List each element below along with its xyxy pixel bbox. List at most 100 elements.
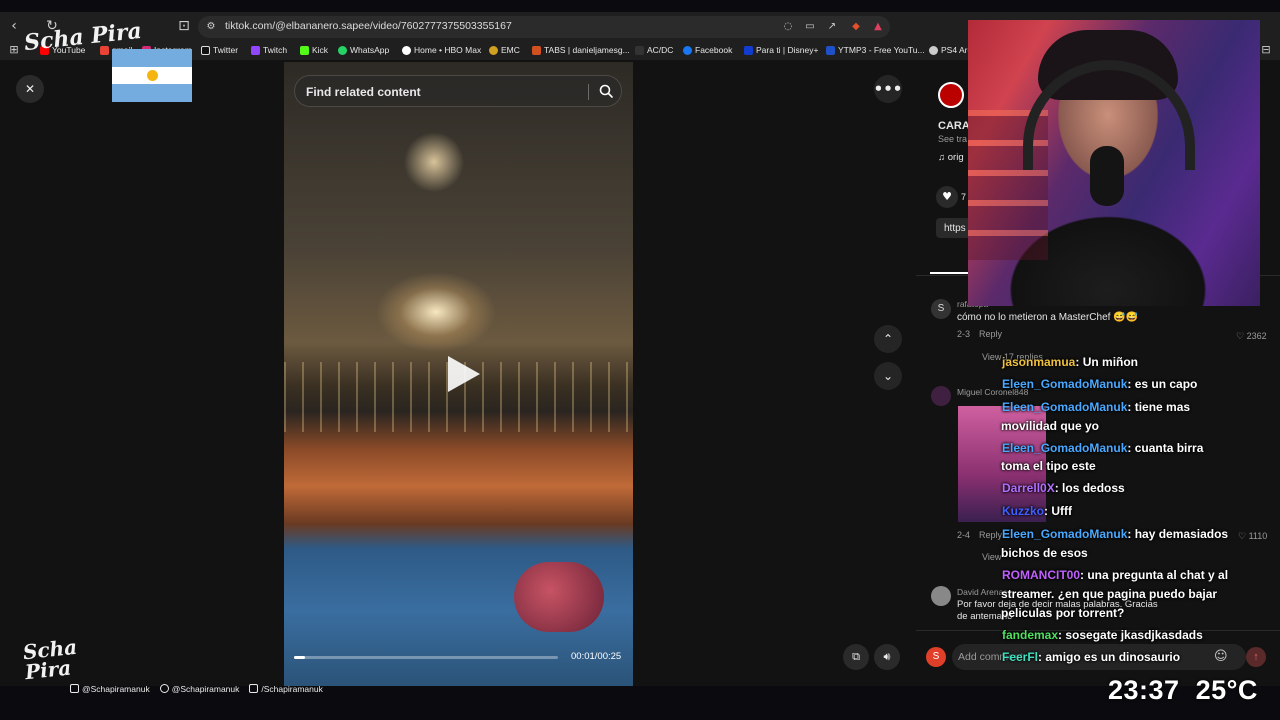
bookmark-twitter[interactable]: Twitter	[201, 44, 238, 56]
brave-shield-icon[interactable]: ◆	[850, 21, 862, 33]
twitter-icon	[159, 684, 169, 693]
see-translation[interactable]: See tra	[938, 134, 967, 144]
play-icon[interactable]	[444, 352, 484, 396]
bookmark-emc[interactable]: EMC	[489, 44, 520, 56]
chat-message: bichos de esos	[1001, 544, 1088, 562]
chat-message: Darrell0X: los dedoss	[1002, 479, 1125, 497]
emc-icon	[489, 45, 498, 55]
bookmark-hbomax[interactable]: Home • HBO Max	[402, 44, 481, 56]
chat-username[interactable]: jasonmamua	[1002, 355, 1075, 369]
search-icon[interactable]	[598, 83, 614, 99]
music-icon: ♫	[938, 152, 948, 163]
chat-username[interactable]: Darrell0X	[1002, 481, 1055, 495]
chevron-down-icon[interactable]: ⌄	[874, 362, 902, 390]
address-bar[interactable]: ⚙ tiktok.com/@elbananero.sapee/video/760…	[198, 16, 890, 38]
chat-text: : Un miñon	[1075, 355, 1139, 369]
bookmark-ps4[interactable]: PS4 Arc	[929, 44, 972, 56]
chat-message: peliculas por torrent?	[1001, 604, 1124, 622]
chat-username[interactable]: Kuzzko	[1002, 504, 1044, 518]
clock-weather: 23:37 25°C	[1108, 675, 1258, 706]
send-icon[interactable]: ↑	[1246, 647, 1266, 667]
bookmark-ytmp3[interactable]: YTMP3 - Free YouTu...	[826, 44, 925, 56]
whatsapp-icon	[338, 45, 347, 55]
comment-likes-count: 2362	[1246, 331, 1267, 341]
clock-time: 23:37	[1108, 675, 1180, 705]
chat-username[interactable]: Eleen_GomadoManuk	[1002, 400, 1127, 414]
find-related-search[interactable]: Find related content	[294, 75, 622, 107]
bookmark-facebook[interactable]: Facebook	[683, 44, 732, 56]
bookmark-disney[interactable]: Para ti | Disney+	[744, 44, 818, 56]
my-avatar[interactable]: S	[926, 647, 946, 667]
reply-button[interactable]: Reply	[979, 329, 1002, 339]
chat-username[interactable]: Eleen_GomadoManuk	[1002, 527, 1127, 541]
bookmark-label: YTMP3 - Free YouTu...	[838, 45, 925, 55]
search-divider	[588, 84, 589, 100]
chat-message: Eleen_GomadoManuk: es un capo	[1002, 375, 1197, 393]
facebook-icon	[683, 45, 692, 55]
chat-username[interactable]: fandemax	[1002, 628, 1058, 642]
chevron-up-icon[interactable]: ⌃	[874, 325, 902, 353]
chat-message: jasonmamua: Un miñon	[1002, 353, 1138, 371]
share-icon[interactable]: ↗	[826, 21, 838, 33]
comment-text: cómo no lo metieron a MasterChef 😅😅	[957, 312, 1139, 323]
hbomax-icon	[402, 45, 411, 55]
comment-date: 2-3	[957, 329, 971, 339]
bookmark-twitch[interactable]: Twitch	[251, 44, 287, 56]
bookmark-acdc[interactable]: AC/DC	[635, 44, 673, 56]
social-handle: /Schapiramanuk	[261, 684, 323, 694]
chat-username[interactable]: FeerFl	[1002, 650, 1038, 664]
chat-text: toma el tipo este	[1001, 459, 1096, 473]
chat-text: streamer. ¿en que pagina puedo bajar	[1001, 587, 1218, 601]
rewards-icon[interactable]: ▲	[872, 21, 884, 33]
bookmark-whatsapp[interactable]: WhatsApp	[338, 44, 389, 56]
creator-avatar[interactable]	[938, 82, 964, 108]
cast-icon[interactable]: ▭	[804, 21, 816, 33]
comment-date: 2-4	[957, 530, 971, 540]
volume-icon[interactable]: 🔊︎	[874, 644, 900, 670]
comment-avatar[interactable]	[931, 386, 951, 406]
bookmark-label: Twitter	[213, 45, 239, 55]
sound-link[interactable]: ♫ orig	[938, 152, 964, 163]
video-hand	[514, 562, 604, 632]
comment-likes[interactable]: ♡ 1110	[1238, 531, 1267, 542]
search-placeholder: Find related content	[306, 85, 421, 99]
floating-player-icon[interactable]: ⧉	[843, 644, 869, 670]
chat-username[interactable]: Eleen_GomadoManuk	[1002, 441, 1127, 455]
bookmark-kick[interactable]: Kick	[300, 44, 328, 56]
ytmp3-icon	[826, 45, 835, 55]
comment-avatar[interactable]: S	[931, 299, 951, 319]
chat-text: movilidad que yo	[1001, 419, 1100, 433]
bookmark-tabs[interactable]: TABS | danieljamesg...	[532, 44, 630, 56]
eye-off-icon[interactable]: ◌	[782, 21, 794, 33]
apps-grid-icon[interactable]: ⊞	[6, 42, 22, 58]
social-twitter: @Schapiramanuk	[159, 684, 239, 694]
social-youtube: /Schapiramanuk	[249, 684, 323, 694]
comment-avatar[interactable]	[931, 586, 951, 606]
stream-screen: ‹ ↻ ⊡ ⚙ tiktok.com/@elbananero.sapee/vid…	[0, 0, 1280, 720]
instagram-icon	[70, 684, 79, 693]
flag-stripe	[112, 84, 192, 102]
argentina-flag	[112, 49, 192, 102]
chat-text: : hay demasiados	[1127, 527, 1229, 541]
site-info-icon[interactable]: ⚙	[205, 21, 217, 33]
video-progress-bar[interactable]	[294, 656, 558, 659]
bookmark-icon[interactable]: ⊡	[176, 18, 192, 34]
back-icon[interactable]: ‹	[6, 18, 22, 34]
chat-text: peliculas por torrent?	[1001, 606, 1125, 620]
all-bookmarks-icon[interactable]: ⊟	[1258, 42, 1274, 58]
video-time: 00:01/00:25	[571, 651, 622, 662]
close-icon[interactable]: ✕	[16, 75, 44, 103]
chat-message: movilidad que yo	[1001, 417, 1099, 435]
bookmark-label: WhatsApp	[350, 45, 390, 55]
twitch-icon	[251, 45, 260, 55]
chat-text: : una pregunta al chat y al	[1080, 568, 1229, 582]
chat-username[interactable]: Eleen_GomadoManuk	[1002, 377, 1127, 391]
chat-message: ROMANCIT00: una pregunta al chat y al	[1002, 566, 1228, 584]
webcam-microphone	[1090, 146, 1124, 206]
url-text: tiktok.com/@elbananero.sapee/video/76027…	[225, 20, 512, 32]
heart-icon[interactable]: ♥	[936, 186, 958, 208]
chat-username[interactable]: ROMANCIT00	[1002, 568, 1080, 582]
more-options-icon[interactable]: •••	[874, 75, 902, 103]
heart-outline-icon: ♡	[1236, 331, 1247, 341]
comment-likes[interactable]: ♡ 2362	[1236, 331, 1267, 342]
